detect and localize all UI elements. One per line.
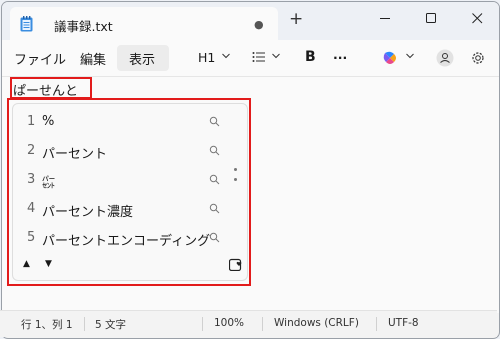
encoding[interactable]: UTF-8 <box>388 317 419 329</box>
status-bar: 行 1、列 1 5 文字 100% Windows (CRLF) UTF-8 <box>0 310 497 337</box>
title-bar: 議事録.txt ● + <box>2 2 499 40</box>
settings-gear-icon[interactable] <box>470 50 486 66</box>
menu-view[interactable]: 表示 <box>129 49 155 68</box>
menu-edit[interactable]: 編集 <box>80 49 106 68</box>
line-ending[interactable]: Windows (CRLF) <box>274 317 359 329</box>
bold-button[interactable]: B <box>305 49 316 65</box>
minimize-icon <box>380 18 390 19</box>
new-tab-button[interactable]: + <box>289 11 303 28</box>
heading-dropdown[interactable]: H1 <box>198 50 215 65</box>
separator <box>376 317 377 331</box>
menu-bar: ファイル 編集 表示 H1 B ··· <box>2 40 499 76</box>
menu-file[interactable]: ファイル <box>14 49 66 68</box>
minimize-button[interactable] <box>362 2 408 34</box>
highlight-box-composition <box>10 77 92 99</box>
separator <box>202 317 203 331</box>
separator <box>262 317 263 331</box>
notepad-icon <box>20 16 33 32</box>
list-icon[interactable] <box>252 51 266 63</box>
chevron-down-icon <box>222 53 230 59</box>
document-tab[interactable]: 議事録.txt ● <box>10 7 278 40</box>
close-button[interactable] <box>454 2 499 34</box>
tab-title: 議事録.txt <box>54 19 113 34</box>
more-options-button[interactable]: ··· <box>333 50 347 65</box>
chevron-down-icon <box>406 53 414 59</box>
highlight-box-candidates <box>7 98 251 286</box>
copilot-icon[interactable] <box>382 50 398 66</box>
maximize-icon <box>426 13 436 23</box>
close-icon <box>472 13 483 24</box>
unsaved-indicator[interactable]: ● <box>254 18 264 31</box>
character-count: 5 文字 <box>95 319 127 331</box>
cursor-position: 行 1、列 1 <box>21 319 73 331</box>
maximize-button[interactable] <box>408 2 454 34</box>
separator <box>84 317 85 331</box>
account-icon[interactable] <box>436 49 454 67</box>
chevron-down-icon <box>272 53 280 59</box>
zoom-level[interactable]: 100% <box>214 317 244 329</box>
